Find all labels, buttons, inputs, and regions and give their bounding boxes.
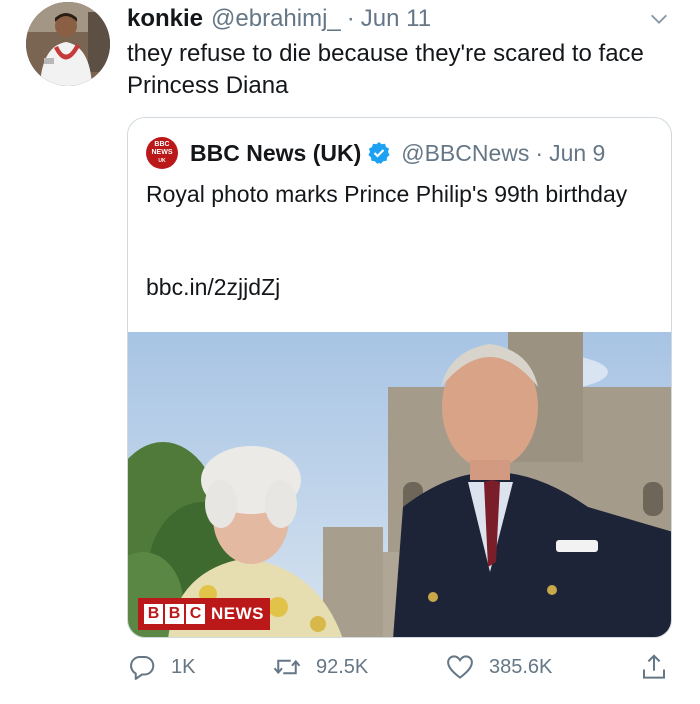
- like-count: 385.6K: [489, 655, 553, 678]
- bbc-news-watermark: B B C NEWS: [138, 598, 270, 630]
- quoted-author-name[interactable]: BBC News (UK): [190, 140, 361, 167]
- quoted-tweet-link[interactable]: bbc.in/2zjjdZj: [146, 274, 280, 301]
- share-button[interactable]: [639, 652, 683, 682]
- tweet-text: they refuse to die because they're scare…: [127, 40, 644, 99]
- retweet-button[interactable]: 92.5K: [272, 652, 368, 682]
- quoted-date[interactable]: Jun 9: [549, 140, 605, 167]
- quoted-tweet-header: BBC NEWS UK BBC News (UK) @BBCNews · Jun…: [146, 137, 659, 169]
- tweet-actions: 1K 92.5K 385.6K: [127, 652, 672, 688]
- logo-line-bbc: BBC: [154, 141, 170, 148]
- watermark-letter: B: [165, 604, 184, 624]
- like-button[interactable]: 385.6K: [445, 652, 552, 682]
- watermark-letter: C: [186, 604, 205, 624]
- reply-count: 1K: [171, 655, 196, 678]
- quoted-author-handle[interactable]: @BBCNews: [401, 140, 529, 167]
- like-icon: [447, 655, 473, 679]
- separator: ·: [346, 5, 355, 32]
- logo-line-uk: UK: [158, 158, 166, 164]
- reply-button[interactable]: 1K: [127, 652, 195, 682]
- author-handle[interactable]: @ebrahimj_: [211, 5, 341, 33]
- share-icon: [643, 654, 665, 679]
- watermark-letter: B: [144, 604, 163, 624]
- tweet-header: konkie @ebrahimj_ · Jun 11: [127, 4, 670, 34]
- quoted-tweet[interactable]: BBC NEWS UK BBC News (UK) @BBCNews · Jun…: [127, 117, 672, 638]
- logo-line-news: NEWS: [151, 149, 173, 156]
- author-name[interactable]: konkie: [127, 5, 203, 33]
- quoted-avatar[interactable]: BBC NEWS UK: [146, 137, 178, 169]
- quoted-tweet-text: Royal photo marks Prince Philip's 99th b…: [146, 181, 628, 207]
- tweet-date[interactable]: Jun 11: [361, 5, 431, 33]
- avatar-image: [26, 2, 110, 86]
- quoted-photo[interactable]: B B C NEWS: [128, 332, 671, 637]
- quoted-separator: ·: [535, 139, 544, 166]
- retweet-count: 92.5K: [316, 655, 369, 678]
- reply-icon: [130, 656, 155, 680]
- avatar[interactable]: [26, 2, 110, 86]
- verified-badge-icon: [368, 142, 390, 164]
- chevron-down-icon[interactable]: [648, 8, 670, 30]
- royal-photo-image: [128, 332, 671, 637]
- retweet-icon: [273, 659, 301, 675]
- watermark-word: NEWS: [211, 604, 264, 623]
